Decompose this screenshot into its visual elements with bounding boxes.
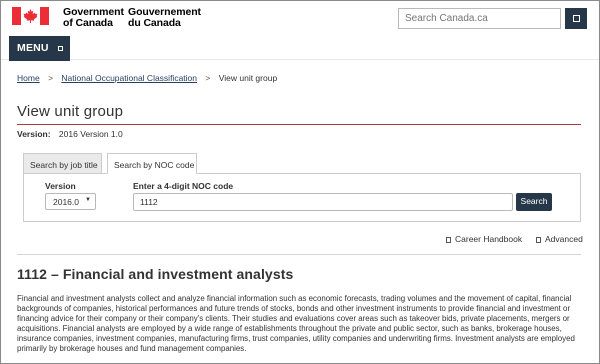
- site-header: Government of Canada Gouvernement du Can…: [0, 0, 600, 36]
- menu-expand-icon: [58, 46, 63, 51]
- tab-search-by-job-title[interactable]: Search by job title: [23, 153, 102, 174]
- gouvernement-du-canada-wordmark[interactable]: Gouvernement du Canada: [128, 7, 201, 29]
- breadcrumb-separator: >: [48, 73, 54, 83]
- version-line: Version: 2016 Version 1.0: [17, 129, 123, 139]
- breadcrumb-home-link[interactable]: Home: [17, 73, 40, 83]
- page-title: View unit group: [17, 103, 124, 120]
- menu-button-label: MENU: [17, 42, 49, 54]
- gov-en-line2: of Canada: [63, 17, 113, 29]
- version-field-label: Version: [45, 181, 76, 191]
- career-handbook-link[interactable]: Career Handbook: [446, 234, 522, 244]
- document-icon: [446, 237, 451, 243]
- version-label: Version:: [17, 129, 51, 139]
- breadcrumb: Home > National Occupational Classificat…: [17, 73, 277, 83]
- unit-group-title: 1112 – Financial and investment analysts: [17, 266, 294, 282]
- flag-bar-left: [12, 7, 21, 25]
- tab-search-by-noc-code[interactable]: Search by NOC code: [107, 153, 197, 174]
- search-icon: [573, 15, 580, 22]
- maple-leaf-icon: [23, 9, 38, 23]
- menu-bar-background: [0, 36, 600, 60]
- advanced-search-link[interactable]: Advanced: [536, 234, 583, 244]
- chevron-down-icon: ▼: [85, 197, 91, 203]
- flag-bar-right: [40, 7, 49, 25]
- noc-field-label: Enter a 4-digit NOC code: [133, 181, 234, 191]
- breadcrumb-current: View unit group: [218, 73, 278, 83]
- noc-search-button[interactable]: Search: [516, 193, 552, 211]
- maple-leaf-area: [21, 7, 40, 25]
- menu-bar: MENU: [0, 36, 600, 62]
- menu-button[interactable]: MENU: [9, 36, 70, 61]
- advanced-label: Advanced: [545, 234, 583, 244]
- canada-flag-icon[interactable]: [12, 7, 49, 25]
- version-select[interactable]: 2016.0 ▼: [45, 193, 96, 210]
- site-search-input[interactable]: [398, 8, 561, 29]
- section-divider: [17, 254, 581, 255]
- career-handbook-label: Career Handbook: [455, 234, 523, 244]
- unit-group-description: Financial and investment analysts collec…: [17, 294, 575, 353]
- site-search-button[interactable]: [565, 8, 587, 29]
- noc-code-input[interactable]: 1112: [133, 193, 513, 211]
- version-value: 2016 Version 1.0: [58, 129, 123, 139]
- breadcrumb-separator: >: [205, 73, 211, 83]
- version-select-value: 2016.0: [53, 197, 79, 207]
- gov-fr-line2: du Canada: [128, 17, 181, 29]
- title-underline: [17, 124, 581, 125]
- breadcrumb-noc-link[interactable]: National Occupational Classification: [61, 73, 197, 83]
- document-icon: [536, 237, 541, 243]
- government-of-canada-wordmark[interactable]: Government of Canada: [63, 7, 124, 29]
